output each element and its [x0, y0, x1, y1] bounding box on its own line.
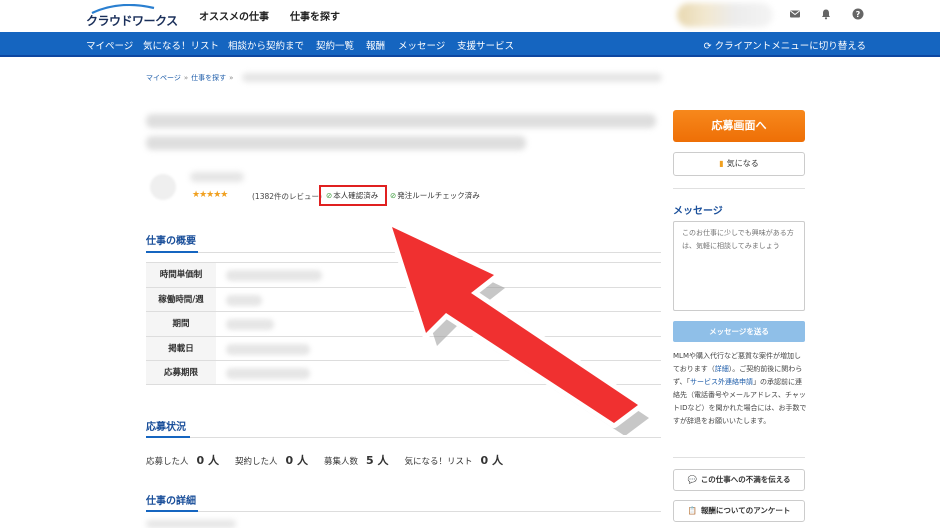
rules-checked-label: 発注ルールチェック済み: [397, 191, 480, 200]
switch-client-menu[interactable]: ⟳ クライアントメニューに切り替える: [704, 38, 866, 52]
breadcrumb-separator: »: [183, 74, 189, 82]
deadline-label: 応募期限: [146, 361, 216, 384]
mail-icon[interactable]: [789, 8, 801, 20]
breadcrumb-separator: »: [229, 74, 234, 82]
svg-text:?: ?: [856, 10, 861, 19]
status-title: 応募状況: [146, 422, 186, 433]
favorite-button[interactable]: ▮ 気になる: [673, 152, 805, 176]
message-title: メッセージ: [673, 206, 723, 217]
nav-support-services[interactable]: 支援サービス: [457, 38, 514, 52]
logo-text: クラウドワークス: [86, 14, 178, 28]
report-complaint-button[interactable]: 💬 この仕事への不満を伝える: [673, 469, 805, 491]
nav-contract-list[interactable]: 契約一覧: [316, 38, 354, 52]
section-underline: [146, 510, 198, 512]
section-underline: [146, 251, 198, 253]
favorites-count: 0 人: [480, 454, 503, 467]
recruits-count: 5 人: [366, 454, 389, 467]
breadcrumb-job-title-blurred: [242, 73, 662, 82]
scam-warning-notice: MLMや購入代行など悪質な案件が増加しております（詳細）。ご契約前後に関わらず、…: [673, 350, 807, 428]
annotation-arrow-icon: [387, 222, 649, 435]
posted-date-value-blurred: [226, 343, 310, 355]
applicants-label: 応募した人: [146, 457, 189, 467]
period-label: 期間: [146, 312, 216, 336]
breadcrumb-find-jobs[interactable]: 仕事を探す: [191, 74, 226, 82]
divider: [146, 511, 661, 512]
hourly-rate-value-blurred: [226, 270, 322, 281]
divider: [146, 437, 661, 438]
external-contact-request-link[interactable]: サービス外連絡申請: [690, 378, 753, 386]
period-value-blurred: [226, 319, 274, 331]
rating-stars: ★★★★★: [192, 190, 228, 200]
switch-client-menu-label: クライアントメニューに切り替える: [714, 41, 866, 52]
recruits-label: 募集人数: [324, 457, 359, 467]
posted-date-label: 掲載日: [146, 336, 216, 361]
review-count[interactable]: (1382件のレビュー): [252, 191, 322, 202]
crowdworks-logo[interactable]: クラウドワークス: [86, 4, 178, 28]
nav-mypage[interactable]: マイページ: [86, 38, 133, 52]
status-row: 応募した人 0 人契約した人 0 人募集人数 5 人気になる！リスト 0 人: [146, 452, 519, 468]
apply-button[interactable]: 応募画面へ: [673, 110, 805, 142]
divider: [673, 188, 805, 189]
weekly-hours-value-blurred: [226, 294, 262, 306]
divider: [673, 457, 805, 458]
user-account-menu[interactable]: [677, 3, 773, 27]
bookmark-icon: ▮: [719, 159, 724, 168]
check-circle-icon: ⊘: [390, 191, 397, 200]
weekly-hours-label: 稼働時間/週: [146, 287, 216, 312]
message-input[interactable]: [673, 221, 805, 311]
details-link[interactable]: 詳細: [715, 365, 729, 373]
chat-bubble-icon: 💬: [687, 475, 697, 484]
clipboard-icon: 📋: [687, 506, 697, 515]
favorites-label: 気になる！リスト: [404, 457, 473, 467]
contracted-count: 0 人: [285, 454, 308, 467]
nav-rewards[interactable]: 報酬: [366, 38, 385, 52]
breadcrumb-mypage[interactable]: マイページ: [146, 74, 181, 82]
job-title-blurred-line2: [146, 136, 526, 150]
nav-favorites-list[interactable]: 気になる！リスト: [143, 38, 219, 52]
client-avatar[interactable]: [150, 174, 176, 200]
nav-recommended-jobs[interactable]: オススメの仕事: [199, 8, 269, 23]
bell-icon[interactable]: [820, 8, 832, 20]
nav-consult-to-contract[interactable]: 相談から契約まで: [228, 38, 304, 52]
section-underline: [146, 436, 190, 438]
send-message-button[interactable]: メッセージを送る: [673, 321, 805, 342]
rules-checked-badge: ⊘発注ルールチェック済み: [390, 190, 480, 201]
report-complaint-label: この仕事への不満を伝える: [700, 475, 791, 484]
nav-messages[interactable]: メッセージ: [398, 38, 445, 52]
contracted-label: 契約した人: [235, 457, 278, 467]
reward-survey-button[interactable]: 📋 報酬についてのアンケート: [673, 500, 805, 522]
main-nav: マイページ 気になる！リスト 相談から契約まで 契約一覧 報酬 メッセージ 支援…: [0, 32, 940, 57]
breadcrumb: マイページ» 仕事を探す»: [146, 73, 236, 83]
nav-find-jobs[interactable]: 仕事を探す: [290, 8, 340, 23]
favorite-label: 気になる: [726, 159, 759, 168]
details-text-blurred: [146, 520, 236, 528]
top-header: クラウドワークス オススメの仕事 仕事を探す ?: [0, 0, 940, 32]
reward-survey-label: 報酬についてのアンケート: [700, 506, 791, 515]
help-icon[interactable]: ?: [852, 8, 864, 20]
job-title-blurred: [146, 114, 656, 128]
hourly-rate-label: 時間単価制: [146, 263, 216, 287]
applicants-count: 0 人: [196, 454, 219, 467]
refresh-icon: ⟳: [703, 41, 712, 52]
overview-title: 仕事の概要: [146, 236, 196, 247]
highlight-box: [319, 185, 387, 206]
details-title: 仕事の詳細: [146, 496, 196, 507]
deadline-value-blurred: [226, 368, 310, 380]
client-name-blurred[interactable]: [190, 172, 244, 182]
